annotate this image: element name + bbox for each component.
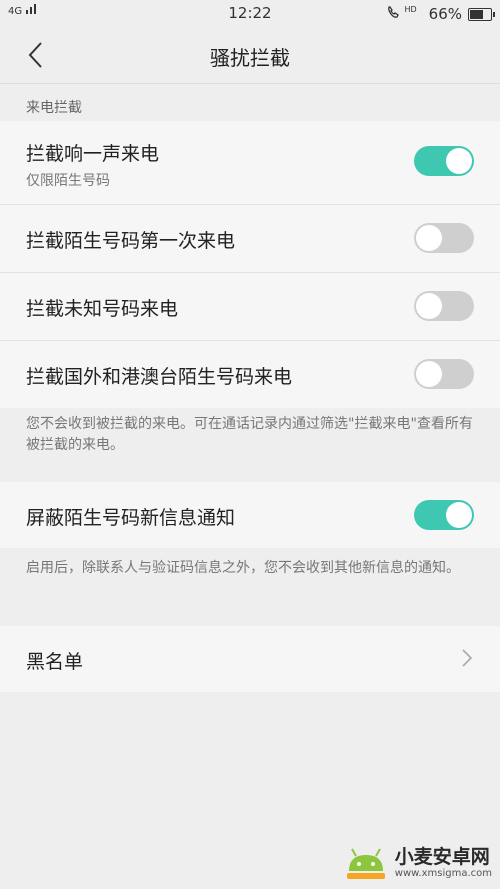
watermark-url: www.xmsigma.com	[394, 868, 492, 879]
status-bar: 4G 12:22 HD 66%	[0, 0, 500, 28]
watermark-text: 小麦安卓网 www.xmsigma.com	[395, 846, 492, 880]
setting-row-sms-stranger[interactable]: 屏蔽陌生号码新信息通知	[0, 482, 500, 548]
page-title: 骚扰拦截	[210, 46, 290, 70]
setting-label: 屏蔽陌生号码新信息通知	[26, 507, 236, 529]
android-logo-icon	[346, 848, 385, 879]
watermark-title: 小麦安卓网	[394, 846, 490, 868]
battery-icon	[468, 7, 495, 21]
status-right: HD 66%	[386, 4, 495, 24]
toggle-switch[interactable]	[414, 146, 474, 176]
sms-block-settings: 屏蔽陌生号码新信息通知	[0, 482, 500, 548]
toggle-switch[interactable]	[414, 359, 474, 389]
setting-row-ring-once[interactable]: 拦截响一声来电 仅限陌生号码	[0, 121, 500, 205]
setting-row-unknown-number[interactable]: 拦截未知号码来电	[0, 273, 500, 341]
sms-block-note: 启用后，除联系人与验证码信息之外，您不会收到其他新信息的通知。	[26, 560, 460, 576]
setting-sublabel: 仅限陌生号码	[26, 173, 110, 189]
battery-percent: 66%	[428, 5, 462, 23]
setting-label: 拦截陌生号码第一次来电	[26, 230, 236, 252]
hd-call-icon: HD	[386, 4, 423, 24]
hd-label: HD	[404, 5, 417, 14]
watermark: 小麦安卓网 www.xmsigma.com	[343, 843, 492, 883]
setting-label: 拦截未知号码来电	[26, 298, 179, 320]
chevron-right-icon	[462, 649, 473, 667]
section-header-call: 来电拦截	[26, 100, 82, 116]
blacklist-card: 黑名单	[0, 626, 500, 692]
toggle-switch[interactable]	[414, 223, 474, 253]
blacklist-row[interactable]: 黑名单	[0, 626, 500, 692]
setting-row-stranger-first-call[interactable]: 拦截陌生号码第一次来电	[0, 205, 500, 273]
call-block-note: 您不会收到被拦截的来电。可在通话记录内通过筛选"拦截来电"查看所有被拦截的来电。	[26, 416, 473, 453]
blacklist-label: 黑名单	[26, 651, 84, 673]
toggle-switch[interactable]	[414, 500, 474, 530]
setting-row-international[interactable]: 拦截国外和港澳台陌生号码来电	[0, 341, 500, 408]
setting-label: 拦截国外和港澳台陌生号码来电	[26, 366, 293, 388]
setting-label: 拦截响一声来电	[26, 143, 160, 165]
toggle-switch[interactable]	[414, 291, 474, 321]
call-block-settings: 拦截响一声来电 仅限陌生号码 拦截陌生号码第一次来电 拦截未知号码来电 拦截国外…	[0, 121, 500, 408]
nav-bar: 骚扰拦截	[0, 28, 500, 84]
